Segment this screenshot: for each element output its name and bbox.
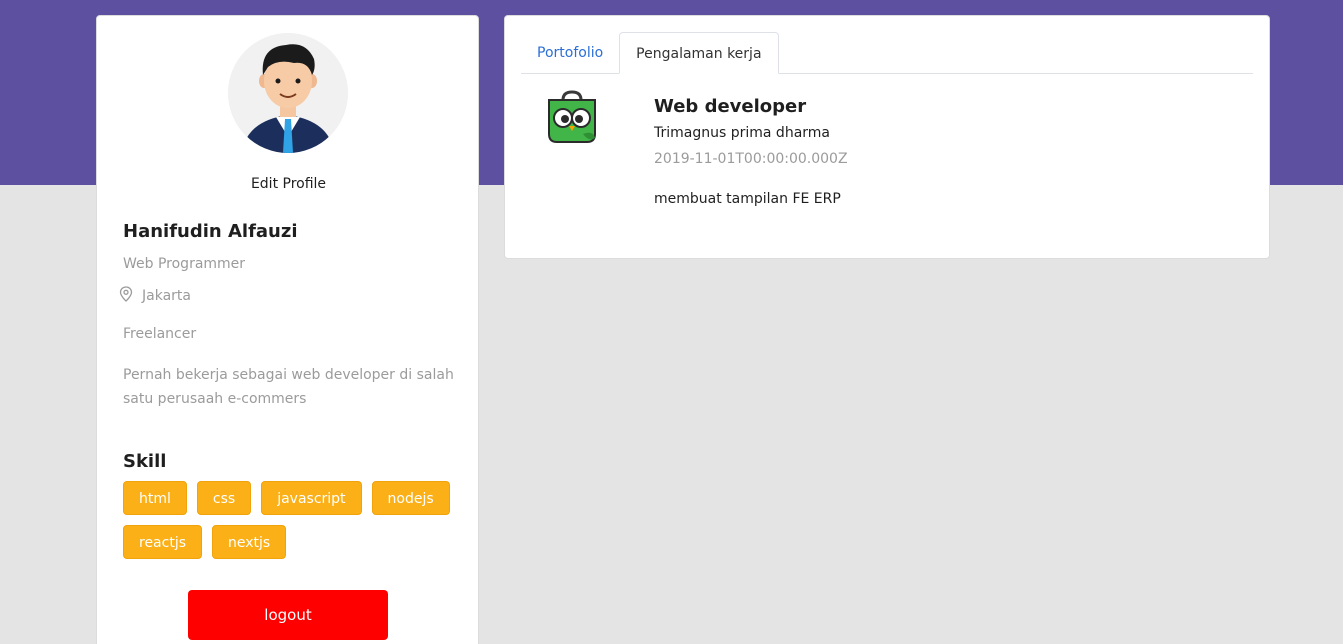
tab-bar: Portofolio Pengalaman kerja [521,32,1253,74]
skill-badge: css [196,481,252,515]
avatar [228,33,348,153]
profile-location: Jakarta [119,286,191,306]
location-label: Jakarta [142,288,191,304]
tab-portofolio[interactable]: Portofolio [521,32,619,74]
profile-description: Pernah bekerja sebagai web developer di … [123,367,454,407]
profile-name: Hanifudin Alfauzi [123,221,298,242]
owl-bag-logo-icon [545,90,599,144]
experience-card: Portofolio Pengalaman kerja Web develope… [504,15,1270,259]
experience-company: Trimagnus prima dharma [654,125,830,141]
skill-title: Skill [123,451,167,472]
skill-badge: reactjs [123,525,203,559]
skill-list: html css javascript nodejs reactjs nextj… [123,481,463,559]
edit-profile-link[interactable]: Edit Profile [97,176,480,192]
skill-badge: nextjs [212,525,287,559]
experience-position: Web developer [654,96,807,117]
skill-badge: javascript [261,481,362,515]
profile-card: Edit Profile Hanifudin Alfauzi Web Progr… [96,15,479,644]
tab-pengalaman-kerja[interactable]: Pengalaman kerja [619,32,779,74]
profile-job: Web Programmer [123,256,246,272]
profile-status: Freelancer [123,326,197,342]
map-pin-icon [119,286,133,306]
experience-date: 2019-11-01T00:00:00.000Z [654,151,848,167]
logout-button[interactable]: logout [188,590,388,640]
experience-description: membuat tampilan FE ERP [654,191,841,207]
skill-badge: html [123,481,187,515]
skill-badge: nodejs [371,481,450,515]
